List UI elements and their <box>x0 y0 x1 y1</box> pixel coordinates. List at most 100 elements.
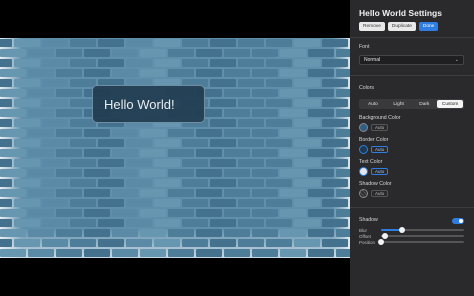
shadow-color-label: Shadow Color <box>359 181 392 187</box>
brick-row <box>0 69 350 79</box>
brick <box>224 249 250 257</box>
brick-row <box>0 229 350 239</box>
color-mode-light[interactable]: Light <box>386 100 412 108</box>
brick <box>28 49 54 57</box>
brick <box>70 59 96 67</box>
font-select[interactable]: Normal ⌄ <box>359 55 464 65</box>
color-mode-custom[interactable]: Custom <box>437 100 463 108</box>
brick <box>154 179 180 187</box>
brick <box>224 169 250 177</box>
brick-row <box>0 209 350 219</box>
brick <box>238 159 264 167</box>
brick <box>182 139 208 147</box>
divider <box>350 207 474 208</box>
brick-row <box>0 219 350 229</box>
shadow-color-swatch[interactable] <box>359 189 368 198</box>
brick-row <box>0 159 350 169</box>
brick <box>196 209 222 217</box>
brick <box>238 139 264 147</box>
brick <box>196 49 222 57</box>
blur-label: Blur <box>359 227 368 233</box>
chevron-down-icon: ⌄ <box>454 57 459 63</box>
brick <box>210 99 236 107</box>
text-auto-button[interactable]: Auto <box>371 168 389 175</box>
brick <box>42 239 68 247</box>
brick <box>336 129 350 137</box>
brick-row <box>0 199 350 209</box>
brick <box>294 79 320 87</box>
brick <box>252 249 278 257</box>
brick <box>168 249 194 257</box>
brick <box>28 189 54 197</box>
color-mode-auto[interactable]: Auto <box>360 100 386 108</box>
brick <box>294 199 320 207</box>
brick <box>308 189 334 197</box>
brick <box>98 139 124 147</box>
brick <box>140 229 166 237</box>
brick <box>70 199 96 207</box>
offset-label: Offset <box>359 233 371 239</box>
color-mode-dark[interactable]: Dark <box>412 100 438 108</box>
brick <box>196 169 222 177</box>
offset-slider[interactable] <box>381 233 464 239</box>
border-color-label: Border Color <box>359 137 389 143</box>
done-button[interactable]: Done <box>418 22 439 31</box>
brick <box>140 129 166 137</box>
panel-actions: Remove Duplicate Done <box>359 22 439 31</box>
brick-row <box>0 129 350 139</box>
text-color-row: Auto <box>359 167 389 176</box>
brick <box>196 189 222 197</box>
brick <box>252 129 278 137</box>
background-color-swatch[interactable] <box>359 123 368 132</box>
shadow-toggle[interactable] <box>452 218 464 224</box>
brick <box>14 139 40 147</box>
background-auto-button[interactable]: Auto <box>371 124 389 131</box>
brick <box>140 169 166 177</box>
brick <box>196 69 222 77</box>
brick <box>308 49 334 57</box>
brick <box>84 209 110 217</box>
brick <box>308 209 334 217</box>
brick <box>126 179 152 187</box>
brick <box>266 199 292 207</box>
brick <box>238 219 264 227</box>
brick <box>126 219 152 227</box>
text-color-label: Text Color <box>359 159 383 165</box>
brick <box>336 209 350 217</box>
text-color-swatch[interactable] <box>359 167 368 176</box>
brick <box>56 89 82 97</box>
brick <box>98 39 124 47</box>
border-color-swatch[interactable] <box>359 145 368 154</box>
brick <box>0 109 26 117</box>
position-slider-thumb[interactable] <box>378 239 384 245</box>
brick-row <box>0 249 350 258</box>
brick <box>266 179 292 187</box>
brick <box>280 229 306 237</box>
duplicate-button[interactable]: Duplicate <box>387 22 416 31</box>
brick <box>336 189 350 197</box>
brick <box>336 149 350 157</box>
brick <box>84 49 110 57</box>
brick <box>154 199 180 207</box>
border-auto-button[interactable]: Auto <box>371 146 389 153</box>
brick <box>14 239 40 247</box>
brick <box>336 109 350 117</box>
brick <box>210 239 236 247</box>
brick <box>210 139 236 147</box>
brick <box>280 69 306 77</box>
settings-panel: Hello World Settings Remove Duplicate Do… <box>350 0 474 296</box>
brick <box>196 129 222 137</box>
brick <box>140 189 166 197</box>
brick <box>238 179 264 187</box>
brick <box>294 119 320 127</box>
hello-world-tooltip[interactable]: Hello World! <box>92 85 205 123</box>
brick <box>154 219 180 227</box>
brick-wall-background <box>0 38 350 258</box>
brick <box>14 59 40 67</box>
brick <box>154 59 180 67</box>
blur-slider[interactable] <box>381 227 464 233</box>
remove-button[interactable]: Remove <box>359 22 385 31</box>
position-slider[interactable] <box>378 239 464 245</box>
brick <box>0 149 26 157</box>
shadow-auto-button[interactable]: Auto <box>371 190 389 197</box>
